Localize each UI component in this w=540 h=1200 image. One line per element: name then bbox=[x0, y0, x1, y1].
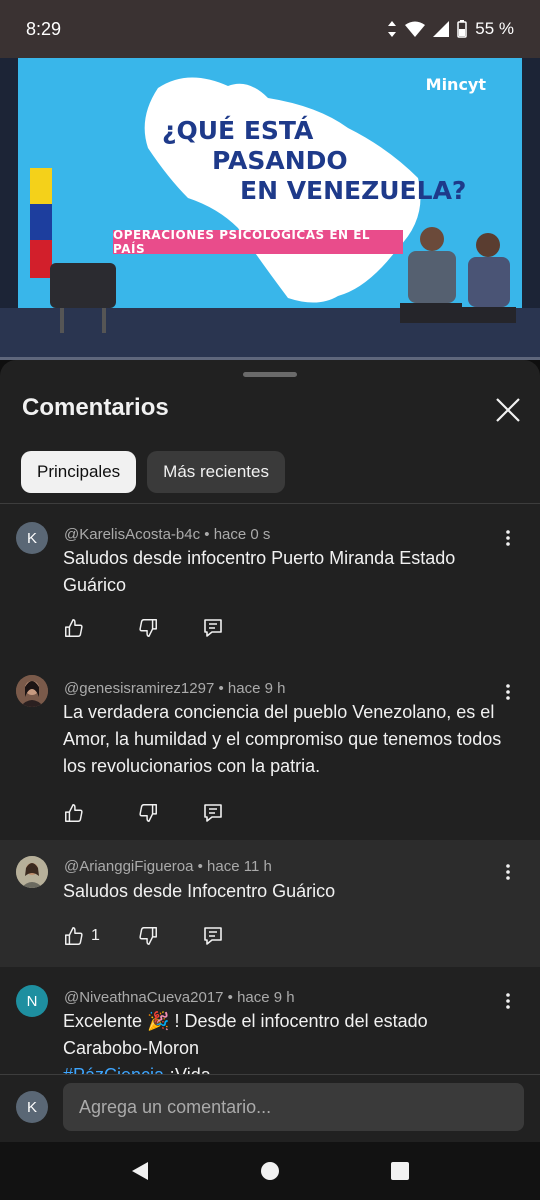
comment-text: Saludos desde Infocentro Guárico bbox=[63, 881, 336, 901]
status-icons: 55 % bbox=[387, 19, 514, 39]
reply-icon bbox=[204, 619, 222, 637]
thumbs-down-icon bbox=[139, 619, 157, 637]
speakers-graphic bbox=[400, 227, 516, 323]
comments-list[interactable]: K @KarelisAcosta-b4c • hace 0 s Saludos … bbox=[0, 504, 540, 1074]
more-vert-icon bbox=[506, 993, 510, 1009]
mincyt-logo: Mincyt bbox=[425, 75, 486, 94]
status-bar: 8:29 55 % bbox=[0, 0, 540, 58]
dislike-button[interactable] bbox=[137, 799, 203, 827]
comment-text-tail: ¡Vida bbox=[164, 1065, 211, 1074]
comment-actions: 1 bbox=[63, 922, 223, 950]
comment-meta[interactable]: @KarelisAcosta-b4c • hace 0 s bbox=[64, 526, 270, 543]
reply-button[interactable] bbox=[203, 614, 223, 642]
drag-handle[interactable] bbox=[243, 372, 297, 377]
video-player[interactable]: Mincyt ¿QUÉ ESTÁ PASANDO EN VENEZUELA? O… bbox=[0, 58, 540, 360]
like-count: 1 bbox=[91, 927, 100, 944]
thumbs-up-icon bbox=[65, 619, 83, 637]
like-button[interactable]: 1 bbox=[63, 922, 137, 950]
home-circle-icon bbox=[261, 1162, 279, 1180]
status-time: 8:29 bbox=[26, 18, 62, 39]
signal-icon bbox=[433, 21, 450, 37]
reply-icon bbox=[204, 804, 222, 822]
close-button[interactable] bbox=[490, 392, 526, 428]
comment-item: @genesisramirez1297 • hace 9 h La verdad… bbox=[0, 659, 540, 839]
comment-menu-button[interactable] bbox=[498, 860, 518, 884]
battery-icon bbox=[457, 20, 467, 38]
comment-meta[interactable]: @ArianggiFigueroa • hace 11 h bbox=[64, 858, 272, 875]
nav-home-button[interactable] bbox=[256, 1157, 284, 1185]
avatar-photo-icon bbox=[16, 675, 48, 707]
video-headline-line1: ¿QUÉ ESTÁ bbox=[162, 116, 314, 145]
comment-actions bbox=[63, 799, 223, 827]
nav-back-button[interactable] bbox=[126, 1157, 154, 1185]
dislike-button[interactable] bbox=[137, 922, 203, 950]
more-vert-icon bbox=[506, 684, 510, 700]
tab-mas-recientes[interactable]: Más recientes bbox=[147, 451, 285, 493]
reply-icon bbox=[204, 927, 222, 945]
recents-square-icon bbox=[391, 1162, 409, 1180]
more-vert-icon bbox=[506, 530, 510, 546]
comment-actions bbox=[63, 614, 223, 642]
wifi-icon bbox=[405, 21, 426, 37]
comment-item: K @KarelisAcosta-b4c • hace 0 s Saludos … bbox=[0, 504, 540, 659]
reply-button[interactable] bbox=[203, 799, 223, 827]
avatar[interactable]: N bbox=[16, 985, 48, 1017]
comment-text: Excelente 🎉 ! Desde el infocentro del es… bbox=[63, 1008, 513, 1074]
tab-principales[interactable]: Principales bbox=[21, 451, 137, 493]
comment-menu-button[interactable] bbox=[498, 526, 518, 550]
comment-meta[interactable]: @genesisramirez1297 • hace 9 h bbox=[64, 680, 285, 697]
comment-meta[interactable]: @NiveathnaCueva2017 • hace 9 h bbox=[64, 989, 295, 1006]
thumbs-down-icon bbox=[139, 927, 157, 945]
flag-graphic bbox=[30, 168, 52, 278]
video-headline-line2: PASANDO bbox=[212, 146, 348, 175]
thumbs-down-icon bbox=[139, 804, 157, 822]
user-avatar[interactable]: K bbox=[16, 1091, 48, 1123]
comments-sheet: Comentarios Principales Más recientes K … bbox=[0, 360, 540, 1074]
add-comment-bar: K bbox=[0, 1074, 540, 1142]
comment-item: @ArianggiFigueroa • hace 11 h Saludos de… bbox=[0, 840, 540, 967]
avatar[interactable]: K bbox=[16, 522, 48, 554]
sort-tabs: Principales Más recientes bbox=[21, 451, 285, 493]
close-icon bbox=[496, 398, 520, 422]
like-button[interactable] bbox=[63, 614, 137, 642]
comment-menu-button[interactable] bbox=[498, 989, 518, 1013]
chair-left-graphic bbox=[50, 263, 116, 333]
comment-text-main: Excelente 🎉 ! Desde el infocentro del es… bbox=[63, 1011, 428, 1058]
battery-percent: 55 % bbox=[475, 19, 514, 38]
avatar[interactable] bbox=[16, 675, 48, 707]
thumbs-up-icon bbox=[65, 804, 83, 822]
comment-text: Saludos desde infocentro Puerto Miranda … bbox=[63, 548, 456, 595]
video-banner: OPERACIONES PSICOLÓGICAS EN EL PAÍS bbox=[113, 228, 403, 256]
reply-button[interactable] bbox=[203, 922, 223, 950]
comment-menu-button[interactable] bbox=[498, 680, 518, 704]
avatar[interactable] bbox=[16, 856, 48, 888]
system-nav-bar bbox=[0, 1142, 540, 1200]
back-triangle-icon bbox=[132, 1162, 148, 1180]
comment-item: N @NiveathnaCueva2017 • hace 9 h Excelen… bbox=[0, 967, 540, 1074]
dislike-button[interactable] bbox=[137, 614, 203, 642]
sheet-title: Comentarios bbox=[22, 394, 169, 421]
avatar-photo-icon bbox=[16, 856, 48, 888]
hashtag-link[interactable]: #PázCiencia bbox=[63, 1065, 164, 1074]
comment-text: La verdadera conciencia del pueblo Venez… bbox=[63, 702, 502, 776]
more-vert-icon bbox=[506, 864, 510, 880]
video-headline-line3: EN VENEZUELA? bbox=[240, 176, 467, 205]
nav-recents-button[interactable] bbox=[386, 1157, 414, 1185]
data-transfer-icon bbox=[388, 21, 397, 37]
like-button[interactable] bbox=[63, 799, 137, 827]
add-comment-input[interactable] bbox=[63, 1083, 524, 1131]
thumbs-up-icon bbox=[65, 927, 83, 945]
